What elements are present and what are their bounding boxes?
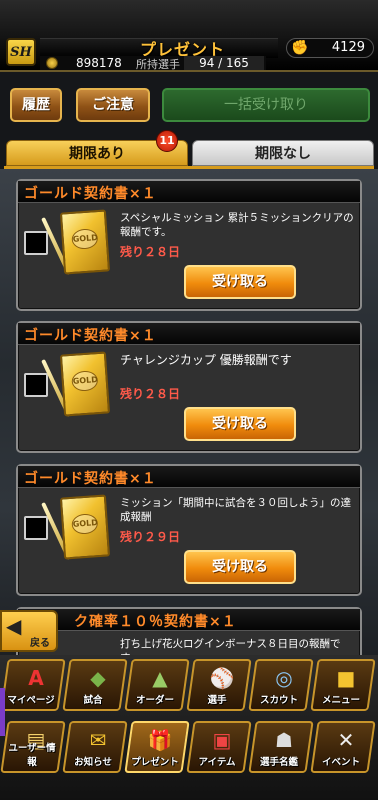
notification-badge: 11 — [156, 130, 178, 152]
card-title: ゴールド契約書×１ — [24, 328, 157, 344]
select-checkbox[interactable] — [24, 231, 48, 255]
receive-button[interactable]: 受け取る — [184, 407, 296, 441]
receive-all-button[interactable]: 一括受け取り — [162, 88, 370, 122]
owned-players-value: 94 / 165 — [184, 56, 264, 70]
nav-label: 選手名鑑 — [260, 757, 299, 768]
side-accent — [0, 688, 5, 736]
nav-label: スカウト — [260, 695, 299, 706]
news-icon: ✉ — [89, 728, 107, 752]
nav-player-book[interactable]: ☗ 選手名鑑 — [248, 721, 314, 773]
bats-icon: ✕ — [337, 728, 355, 752]
card-header: ゴールド契約書×１ — [18, 323, 360, 345]
card-title: ク確率１０％契約書×１ — [74, 614, 237, 630]
card-description: ミッション「期間中に試合を３０回しよう」の達成報酬 — [120, 497, 351, 523]
card-description: 打ち上げ花火ログインボーナス８日目の報酬です。 — [120, 638, 341, 655]
mypage-icon: A — [28, 666, 44, 690]
item-icon: ▣ — [212, 728, 232, 752]
nav-row-2: ▤ ユーザー情報 ✉ お知らせ 🎁 プレゼント ▣ アイテム ☗ 選手名鑑 ✕ … — [0, 721, 378, 777]
remaining-days: 残り２８日 — [120, 245, 181, 259]
gold-contract-icon: GOLD — [59, 209, 111, 275]
remaining-days: 残り２８日 — [120, 387, 181, 401]
nav-order[interactable]: ▲ オーダー — [124, 659, 190, 711]
owned-players-label: 所持選手 — [136, 58, 180, 71]
nav-label: イベント — [322, 757, 361, 768]
medal-icon — [46, 57, 58, 69]
nav-label: メニュー — [322, 695, 361, 706]
present-card: ク確率１０％契約書×１ 打ち上げ花火ログインボーナス８日目の報酬です。 — [16, 607, 362, 655]
team-logo: SH — [6, 38, 36, 66]
nav-label: プレゼント — [131, 757, 179, 768]
nav-label: 試合 — [83, 695, 103, 706]
stadium-icon: ◆ — [90, 666, 106, 690]
nav-label: 選手 — [207, 695, 227, 706]
present-list[interactable]: ゴールド契約書×１ GOLD スペシャルミッション 累計５ミッションクリアの報酬… — [0, 169, 378, 655]
card-title: ゴールド契約書×１ — [24, 471, 157, 487]
contract-seal: GOLD — [71, 513, 99, 535]
player-icon: ⚾ — [209, 666, 235, 690]
book-icon: ☗ — [275, 728, 293, 752]
nav-news[interactable]: ✉ お知らせ — [62, 721, 128, 773]
coin-counter: ✊ 4129 — [286, 38, 374, 58]
coin-value: 4129 — [331, 40, 365, 55]
nav-user-info[interactable]: ▤ ユーザー情報 — [0, 721, 66, 773]
card-header: ゴールド契約書×１ — [18, 181, 360, 203]
scout-icon: ◎ — [275, 666, 293, 690]
bottom-nav: A マイページ ◆ 試合 ▲ オーダー ⚾ 選手 ◎ スカウト ■ メニュー ▤… — [0, 655, 378, 800]
nav-row-1: A マイページ ◆ 試合 ▲ オーダー ⚾ 選手 ◎ スカウト ■ メニュー — [0, 659, 378, 715]
nav-label: マイページ — [7, 695, 55, 706]
receive-button[interactable]: 受け取る — [184, 550, 296, 584]
remaining-days: 残り２９日 — [120, 530, 181, 544]
nav-scout[interactable]: ◎ スカウト — [248, 659, 314, 711]
nav-label: オーダー — [136, 695, 175, 706]
back-label: 戻る — [30, 638, 50, 649]
nav-game[interactable]: ◆ 試合 — [62, 659, 128, 711]
nav-item[interactable]: ▣ アイテム — [186, 721, 252, 773]
gold-contract-icon: GOLD — [59, 494, 111, 560]
select-checkbox[interactable] — [24, 516, 48, 540]
gold-contract-icon: GOLD — [59, 351, 111, 417]
nav-label: お知らせ — [74, 757, 112, 768]
gift-icon: 🎁 — [147, 728, 173, 752]
nav-mypage[interactable]: A マイページ — [0, 659, 66, 711]
nav-present[interactable]: 🎁 プレゼント — [124, 721, 190, 773]
notice-button[interactable]: ご注意 — [76, 88, 150, 122]
nav-label: アイテム — [198, 757, 236, 768]
nav-label: ユーザー情報 — [8, 743, 56, 768]
receive-button[interactable]: 受け取る — [184, 265, 296, 299]
present-card: ゴールド契約書×１ GOLD チャレンジカップ 優勝報酬です 残り２８日 受け取… — [16, 321, 362, 453]
back-button[interactable]: ◀ 戻る — [0, 610, 58, 652]
contract-seal: GOLD — [71, 370, 99, 392]
card-header: ゴールド契約書×１ — [18, 466, 360, 488]
coin-icon: ✊ — [291, 40, 309, 56]
contract-seal: GOLD — [71, 228, 99, 250]
field-icon: ▲ — [152, 666, 168, 690]
nav-menu[interactable]: ■ メニュー — [310, 659, 376, 711]
card-header: ク確率１０％契約書×１ — [18, 609, 360, 631]
card-description: チャレンジカップ 優勝報酬です — [120, 353, 292, 367]
card-title: ゴールド契約書×１ — [24, 186, 157, 202]
history-button[interactable]: 履歴 — [10, 88, 62, 122]
nav-player[interactable]: ⚾ 選手 — [186, 659, 252, 711]
menu-icon: ■ — [336, 666, 356, 690]
tab-without-limit[interactable]: 期限なし — [192, 140, 374, 166]
points-value: 898178 — [76, 56, 122, 70]
nav-event[interactable]: ✕ イベント — [310, 721, 376, 773]
present-card: ゴールド契約書×１ GOLD ミッション「期間中に試合を３０回しよう」の達成報酬… — [16, 464, 362, 596]
present-card: ゴールド契約書×１ GOLD スペシャルミッション 累計５ミッションクリアの報酬… — [16, 179, 362, 311]
card-description: スペシャルミッション 累計５ミッションクリアの報酬です。 — [120, 212, 354, 238]
select-checkbox[interactable] — [24, 373, 48, 397]
back-arrow-icon: ◀ — [6, 614, 22, 638]
